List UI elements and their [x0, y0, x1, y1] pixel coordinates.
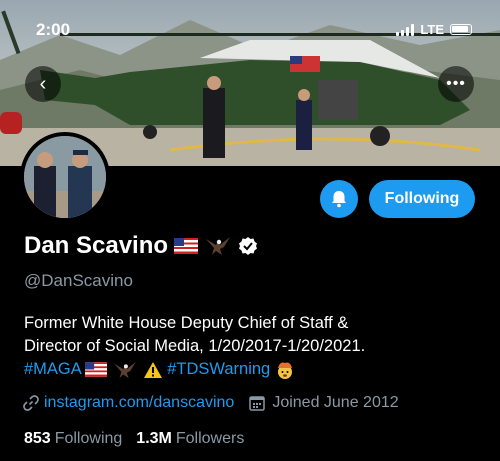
- display-name: Dan Scavino: [24, 232, 169, 259]
- followers-label: Followers: [175, 430, 245, 447]
- handle: @DanScavino: [24, 271, 133, 290]
- avatar[interactable]: [20, 132, 110, 222]
- exploding-head-icon: [277, 362, 292, 379]
- signal-icon: [396, 23, 415, 36]
- followers-count: 1.3M: [136, 430, 172, 447]
- followers-stat[interactable]: 1.3M Followers: [136, 430, 244, 448]
- eagle-icon: [114, 361, 136, 378]
- status-indicators: LTE: [396, 22, 472, 37]
- back-button[interactable]: ‹: [25, 66, 61, 102]
- avatar-image: [24, 136, 106, 218]
- name-row: Dan Scavino: [24, 232, 258, 260]
- link-icon: [23, 395, 39, 411]
- following-button[interactable]: Following: [369, 180, 475, 218]
- notifications-button[interactable]: [320, 180, 358, 218]
- warning-icon: [143, 361, 162, 378]
- following-stat[interactable]: 853 Following: [24, 430, 122, 448]
- hashtag-link[interactable]: #TDSWarning: [167, 360, 270, 378]
- bio-hashtags-line: #MAGA #TDSWarning: [24, 358, 484, 381]
- network-label: LTE: [420, 22, 444, 37]
- more-options-button[interactable]: •••: [438, 66, 474, 102]
- us-flag-icon: [85, 362, 108, 377]
- ellipsis-icon: •••: [446, 75, 466, 92]
- bio-line: Former White House Deputy Chief of Staff…: [24, 314, 349, 332]
- calendar-icon: [249, 396, 266, 411]
- following-count: 853: [24, 430, 51, 447]
- us-flag-icon: [174, 238, 199, 254]
- hashtag-link[interactable]: #MAGA: [24, 360, 81, 378]
- status-time: 2:00: [36, 20, 71, 39]
- following-label: Following: [54, 430, 123, 447]
- bio-line: Director of Social Media, 1/20/2017-1/20…: [24, 337, 366, 355]
- chevron-left-icon: ‹: [39, 72, 47, 95]
- eagle-icon: [206, 237, 231, 255]
- profile-website-link[interactable]: instagram.com/danscavino: [44, 394, 234, 412]
- follow-stats: 853 Following 1.3M Followers: [24, 430, 244, 448]
- verified-badge-icon: [239, 237, 258, 255]
- profile-meta: instagram.com/danscavino Joined June 201…: [22, 394, 399, 412]
- bell-icon: [332, 191, 346, 208]
- joined-date: Joined June 2012: [272, 394, 399, 411]
- bio: Former White House Deputy Chief of Staff…: [24, 312, 484, 381]
- battery-icon: [450, 24, 472, 35]
